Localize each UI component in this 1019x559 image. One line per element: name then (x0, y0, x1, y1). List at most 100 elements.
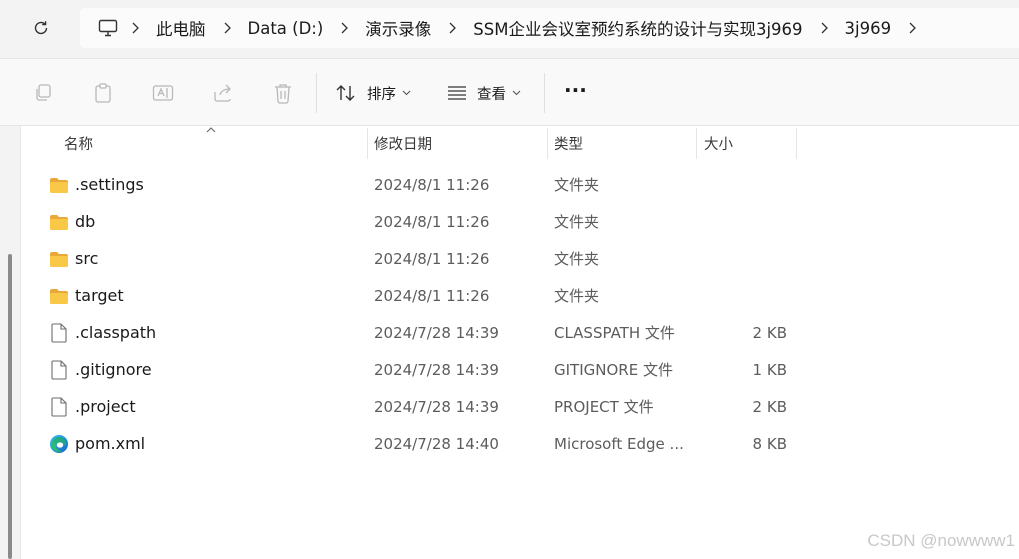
file-size: 8 KB (752, 434, 787, 453)
file-name: .classpath (75, 323, 157, 342)
file-size (704, 277, 787, 314)
sort-button[interactable]: 排序 (335, 78, 411, 108)
paste-button[interactable] (91, 81, 115, 105)
chevron-right-icon[interactable] (120, 8, 150, 48)
file-name: .settings (75, 175, 144, 194)
column-header-date[interactable]: 修改日期 (374, 126, 432, 160)
file-type: 文件夹 (554, 287, 600, 305)
chevron-down-icon (402, 90, 411, 96)
folder-icon (49, 249, 69, 269)
address-bar-row: 此电脑 Data (D:) 演示录像 SSM企业会议室预约系统的设计与实现3j9… (0, 0, 1019, 58)
file-size (704, 203, 787, 240)
view-label: 查看 (477, 86, 506, 103)
more-options-button[interactable]: ··· (564, 75, 587, 105)
toolbar-divider (544, 73, 545, 113)
this-pc-icon[interactable] (96, 16, 120, 40)
file-modified-date: 2024/8/1 11:26 (374, 286, 490, 305)
folder-icon (49, 212, 69, 232)
column-header-size[interactable]: 大小 (704, 126, 733, 160)
copy-button[interactable] (31, 81, 55, 105)
file-size: 2 KB (752, 323, 787, 342)
file-type: 文件夹 (554, 213, 600, 231)
column-divider[interactable] (367, 128, 368, 159)
view-list-icon (448, 86, 466, 100)
delete-button[interactable] (271, 81, 295, 105)
file-name: .project (75, 397, 136, 416)
file-modified-date: 2024/7/28 14:39 (374, 397, 499, 416)
breadcrumb-item-this-pc[interactable]: 此电脑 (150, 8, 212, 48)
file-type: PROJECT 文件 (554, 398, 654, 416)
chevron-right-icon[interactable] (897, 8, 927, 48)
file-explorer-window: 此电脑 Data (D:) 演示录像 SSM企业会议室预约系统的设计与实现3j9… (0, 0, 1019, 559)
chevron-down-icon (512, 90, 521, 96)
refresh-button[interactable] (26, 13, 56, 43)
file-row[interactable]: pom.xml 2024/7/28 14:40 Microsoft Edge ...… (22, 425, 1019, 462)
more-icon: ··· (564, 78, 587, 102)
file-row[interactable]: .classpath 2024/7/28 14:39 CLASSPATH 文件 2 K… (22, 314, 1019, 351)
file-type: GITIGNORE 文件 (554, 361, 673, 379)
vertical-scrollbar[interactable] (8, 254, 12, 559)
file-size: 2 KB (752, 397, 787, 416)
file-list-pane: 名称 修改日期 类型 大小 .settings 2024/8/1 11:26 文件夹… (0, 126, 1019, 559)
share-icon (214, 84, 231, 102)
share-button[interactable] (211, 81, 235, 105)
chevron-right-icon[interactable] (809, 8, 839, 48)
folder-icon (49, 175, 69, 195)
folder-icon (49, 286, 69, 306)
file-modified-date: 2024/7/28 14:39 (374, 323, 499, 342)
file-row[interactable]: .gitignore 2024/7/28 14:39 GITIGNORE 文件 1 K… (22, 351, 1019, 388)
column-header-name[interactable]: 名称 (64, 126, 93, 160)
file-modified-date: 2024/7/28 14:39 (374, 360, 499, 379)
file-name: pom.xml (75, 434, 146, 453)
breadcrumb-item-project[interactable]: SSM企业会议室预约系统的设计与实现3j969 (467, 8, 808, 48)
file-type: CLASSPATH 文件 (554, 324, 675, 342)
nav-pane-edge (0, 126, 21, 559)
file-size: 1 KB (752, 360, 787, 379)
sort-icon (336, 85, 355, 101)
refresh-icon (34, 21, 48, 35)
sort-label: 排序 (367, 86, 396, 103)
breadcrumb-item-demo-recordings[interactable]: 演示录像 (359, 8, 437, 48)
file-row[interactable]: db 2024/8/1 11:26 文件夹 (22, 203, 1019, 240)
file-type: 文件夹 (554, 176, 600, 194)
column-header-type[interactable]: 类型 (554, 126, 583, 160)
file-name: src (75, 249, 99, 268)
file-name: .gitignore (75, 360, 152, 379)
address-bar[interactable]: 此电脑 Data (D:) 演示录像 SSM企业会议室预约系统的设计与实现3j9… (80, 8, 1019, 48)
watermark: CSDN @nowwww1 (867, 531, 1015, 550)
file-size (704, 240, 787, 277)
file-icon (49, 360, 69, 380)
breadcrumb-item-data-drive[interactable]: Data (D:) (242, 8, 330, 48)
file-modified-date: 2024/8/1 11:26 (374, 212, 490, 231)
command-bar: 排序 查看 ··· (0, 58, 1019, 126)
column-header-row: 名称 修改日期 类型 大小 (22, 126, 1019, 160)
file-type: Microsoft Edge ... (554, 434, 684, 453)
rename-icon (152, 85, 174, 101)
chevron-right-icon[interactable] (212, 8, 242, 48)
file-name: db (75, 212, 96, 231)
sort-ascending-icon (206, 127, 216, 133)
rename-button[interactable] (151, 81, 175, 105)
file-row[interactable]: .project 2024/7/28 14:39 PROJECT 文件 2 KB (22, 388, 1019, 425)
trash-icon (275, 84, 291, 104)
file-modified-date: 2024/8/1 11:26 (374, 175, 490, 194)
file-modified-date: 2024/7/28 14:40 (374, 434, 499, 453)
breadcrumb-item-current-folder[interactable]: 3j969 (839, 8, 898, 48)
clipboard-icon (95, 83, 111, 103)
file-row[interactable]: target 2024/8/1 11:26 文件夹 (22, 277, 1019, 314)
file-size (704, 166, 787, 203)
view-button[interactable]: 查看 (447, 78, 521, 108)
file-row[interactable]: .settings 2024/8/1 11:26 文件夹 (22, 166, 1019, 203)
chevron-right-icon[interactable] (437, 8, 467, 48)
file-row[interactable]: src 2024/8/1 11:26 文件夹 (22, 240, 1019, 277)
file-icon (49, 397, 69, 417)
toolbar-divider (316, 73, 317, 113)
column-divider[interactable] (696, 128, 697, 159)
file-modified-date: 2024/8/1 11:26 (374, 249, 490, 268)
column-divider[interactable] (796, 128, 797, 159)
column-divider[interactable] (547, 128, 548, 159)
file-name: target (75, 286, 124, 305)
chevron-right-icon[interactable] (329, 8, 359, 48)
copy-icon (36, 84, 51, 101)
file-icon (49, 323, 69, 343)
